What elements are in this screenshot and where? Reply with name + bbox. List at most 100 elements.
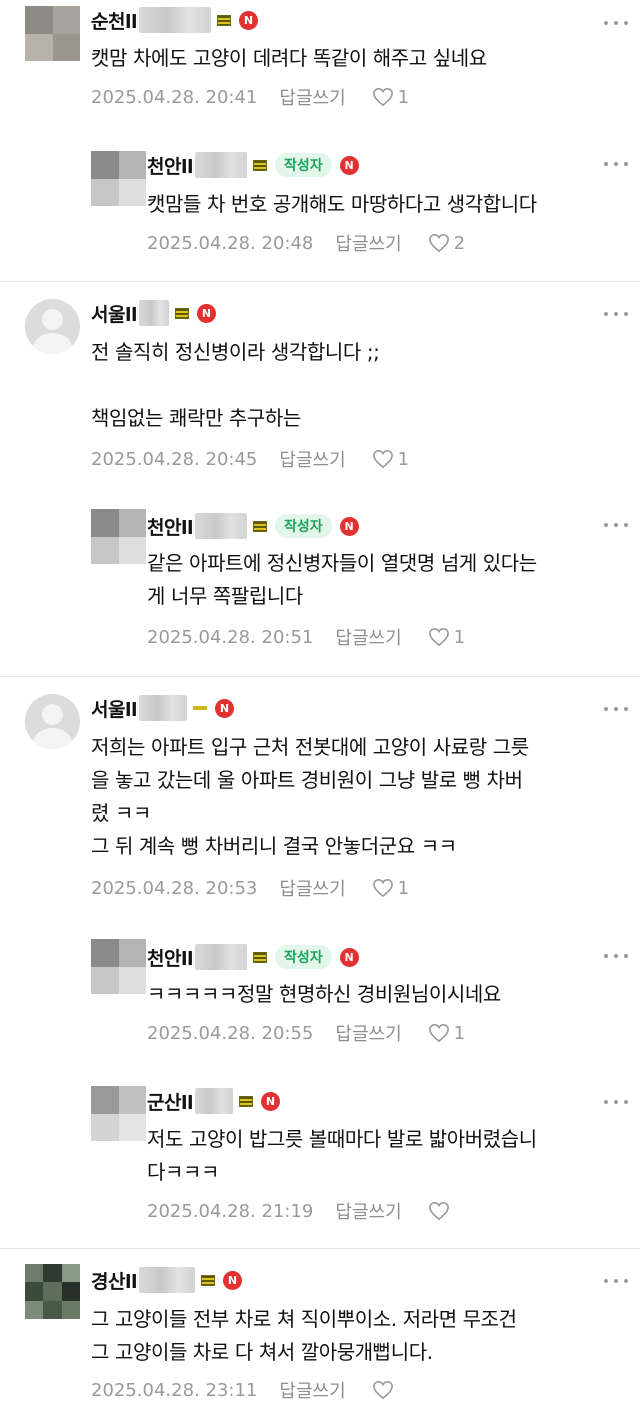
member-grade-icon [175,307,189,319]
avatar[interactable] [91,151,146,206]
heart-icon [428,1023,449,1043]
nickname[interactable]: 경산ll [91,1267,138,1294]
blurred-nickname [195,944,247,970]
nickname[interactable]: 천안ll [147,944,194,971]
avatar[interactable] [91,1086,146,1141]
like-count: 2 [453,232,466,254]
new-badge-icon: N [339,947,359,967]
like-count: 1 [397,877,410,899]
member-grade-icon [239,1095,253,1107]
reply-button[interactable]: 답글쓰기 [279,446,345,472]
comment-date: 2025.04.28. 20:53 [91,877,258,899]
reply-button[interactable]: 답글쓰기 [335,1198,401,1224]
avatar[interactable] [91,939,146,994]
blurred-nickname [139,7,211,33]
default-avatar-icon[interactable] [25,299,80,354]
more-options-icon[interactable] [604,1097,628,1107]
member-grade-icon [193,706,207,710]
comment-text: 캣맘 차에도 고양이 데려다 똑같이 해주고 싶네요 [91,46,487,70]
heart-icon [372,1380,393,1400]
like-count: 1 [453,626,466,648]
new-badge-icon: N [215,698,234,718]
avatar[interactable] [25,1264,80,1319]
member-grade-icon [253,951,267,963]
more-options-icon[interactable] [604,1276,628,1286]
heart-icon [428,233,449,253]
like-button[interactable]: 1 [372,878,409,899]
more-options-icon[interactable] [604,309,628,319]
comment-date: 2025.04.28. 20:55 [147,1022,314,1044]
reply-button[interactable]: 답글쓰기 [335,624,401,650]
nickname[interactable]: 순천ll [91,7,138,34]
blurred-nickname [139,695,187,721]
new-badge-icon: N [223,1270,242,1290]
like-count: 1 [397,448,410,470]
blurred-nickname [195,152,247,178]
comment-text: 캣맘들 차 번호 공개해도 마땅하다고 생각합니다 [147,192,537,216]
heart-icon [372,449,393,469]
nickname[interactable]: 서울ll [91,695,138,722]
member-grade-icon [253,520,267,532]
comment-date: 2025.04.28. 21:19 [147,1200,314,1222]
heart-icon [372,87,393,107]
avatar[interactable] [25,6,80,61]
more-options-icon[interactable] [604,520,628,530]
like-button[interactable] [372,1380,398,1400]
heart-icon [428,1201,449,1221]
like-count: 1 [397,86,410,108]
blurred-nickname [195,513,247,539]
blurred-nickname [195,1088,233,1114]
comment-date: 2025.04.28. 20:41 [91,86,258,108]
new-badge-icon: N [261,1091,280,1111]
more-options-icon[interactable] [604,159,628,169]
heart-icon [372,878,393,898]
like-button[interactable]: 1 [428,1023,465,1044]
comment-text: ㅋㅋㅋㅋㅋ정말 현명하신 경비원님이시네요 [147,982,501,1006]
like-count: 1 [453,1022,466,1044]
comment-date: 2025.04.28. 23:11 [91,1379,258,1401]
comment-text: 같은 아파트에 정신병자들이 열댓명 넘게 있다는 게 너무 쪽팔립니다 [147,551,537,608]
reply-button[interactable]: 답글쓰기 [335,230,401,256]
like-button[interactable]: 1 [428,627,465,648]
reply-button[interactable]: 답글쓰기 [279,84,345,110]
default-avatar-icon[interactable] [25,694,80,749]
nickname[interactable]: 천안ll [147,513,194,540]
member-grade-icon [253,159,267,171]
heart-icon [428,627,449,647]
reply-button[interactable]: 답글쓰기 [279,875,345,901]
more-options-icon[interactable] [604,951,628,961]
author-badge: 작성자 [275,945,332,969]
like-button[interactable] [428,1201,454,1221]
like-button[interactable]: 1 [372,449,409,470]
new-badge-icon: N [339,155,359,175]
more-options-icon[interactable] [604,18,628,28]
divider [0,1248,640,1249]
author-badge: 작성자 [275,514,332,538]
nickname[interactable]: 군산ll [147,1088,194,1115]
divider [0,676,640,677]
comment-text: 저도 고양이 밥그릇 볼때마다 발로 밟아버렸습니 다ㅋㅋㅋ [147,1127,537,1184]
reply-button[interactable]: 답글쓰기 [279,1377,345,1403]
blurred-nickname [139,300,169,326]
comment-text: 저희는 아파트 입구 근처 전봇대에 고양이 사료랑 그릇 을 놓고 갔는데 울… [91,735,529,858]
divider [0,281,640,282]
comment-date: 2025.04.28. 20:45 [91,448,258,470]
avatar[interactable] [91,509,146,564]
comment-date: 2025.04.28. 20:51 [147,626,314,648]
nickname[interactable]: 서울ll [91,300,138,327]
more-options-icon[interactable] [604,704,628,714]
like-button[interactable]: 2 [428,233,465,254]
new-badge-icon: N [339,516,359,536]
new-badge-icon: N [197,303,216,323]
comment-text: 전 솔직히 정신병이라 생각합니다 ;; 책임없는 쾌락만 추구하는 [91,340,380,430]
member-grade-icon [201,1274,215,1286]
like-button[interactable]: 1 [372,87,409,108]
nickname[interactable]: 천안ll [147,152,194,179]
member-grade-icon [217,14,231,26]
author-badge: 작성자 [275,153,332,177]
new-badge-icon: N [239,10,258,30]
blurred-nickname [139,1267,195,1293]
reply-button[interactable]: 답글쓰기 [335,1020,401,1046]
comment-text: 그 고양이들 전부 차로 쳐 직이뿌이소. 저라면 무조건 그 고양이들 차로 … [91,1307,517,1364]
comment-date: 2025.04.28. 20:48 [147,232,314,254]
